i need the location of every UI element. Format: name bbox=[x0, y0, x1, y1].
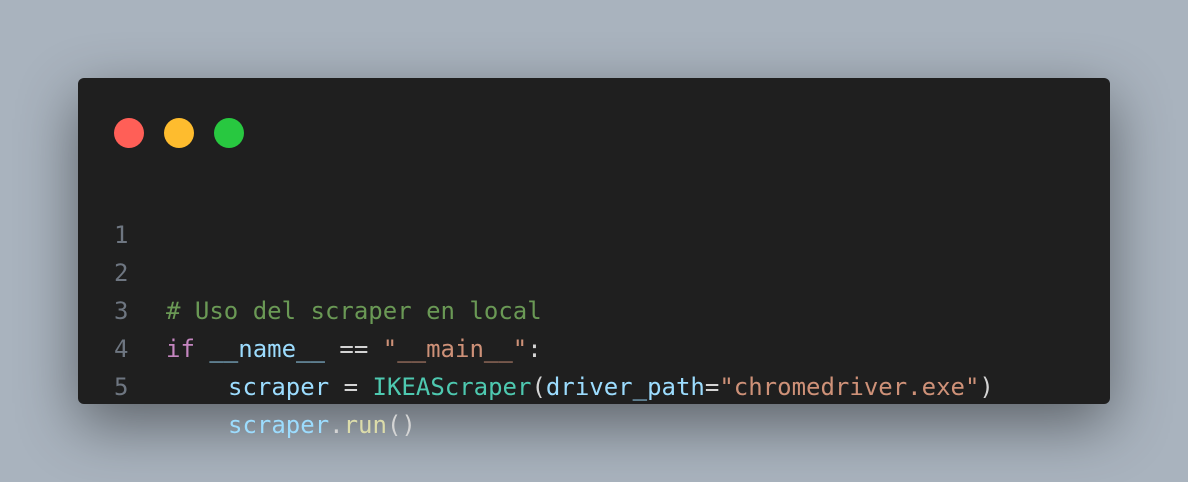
class-token: IKEAScraper bbox=[372, 373, 532, 401]
operator-token: = bbox=[329, 373, 373, 401]
variable-token: scraper bbox=[228, 373, 330, 401]
code-line-2: 2 # Uso del scraper en local bbox=[78, 216, 1110, 325]
code-line-3: 3 if __name__ == "__main__": bbox=[78, 254, 1110, 363]
line-number: 5 bbox=[114, 373, 129, 401]
variable-token: scraper bbox=[228, 411, 330, 439]
code-line-4: 4 scraper = IKEAScraper(driver_path="chr… bbox=[78, 292, 1110, 401]
operator-token: = bbox=[704, 373, 720, 401]
line-content: scraper.run() bbox=[166, 406, 416, 444]
punctuation-token: ) bbox=[979, 373, 994, 401]
close-dot-icon[interactable] bbox=[114, 118, 144, 148]
line-content: scraper = IKEAScraper(driver_path="chrom… bbox=[166, 368, 994, 406]
code-line-1: 1 bbox=[78, 178, 1110, 249]
punctuation-token: ( bbox=[531, 373, 546, 401]
punctuation-token: () bbox=[386, 411, 416, 439]
string-token: "chromedriver.exe" bbox=[719, 373, 980, 401]
code-line-5: 5 scraper.run() bbox=[78, 330, 1110, 439]
maximize-dot-icon[interactable] bbox=[214, 118, 244, 148]
parameter-token: driver_path bbox=[545, 373, 705, 401]
code-window: 1 2 # Uso del scraper en local 3 if __na… bbox=[78, 78, 1110, 439]
punctuation-token: . bbox=[329, 411, 344, 439]
code-block: 1 2 # Uso del scraper en local 3 if __na… bbox=[78, 178, 1110, 439]
minimize-dot-icon[interactable] bbox=[164, 118, 194, 148]
function-token: run bbox=[343, 411, 387, 439]
